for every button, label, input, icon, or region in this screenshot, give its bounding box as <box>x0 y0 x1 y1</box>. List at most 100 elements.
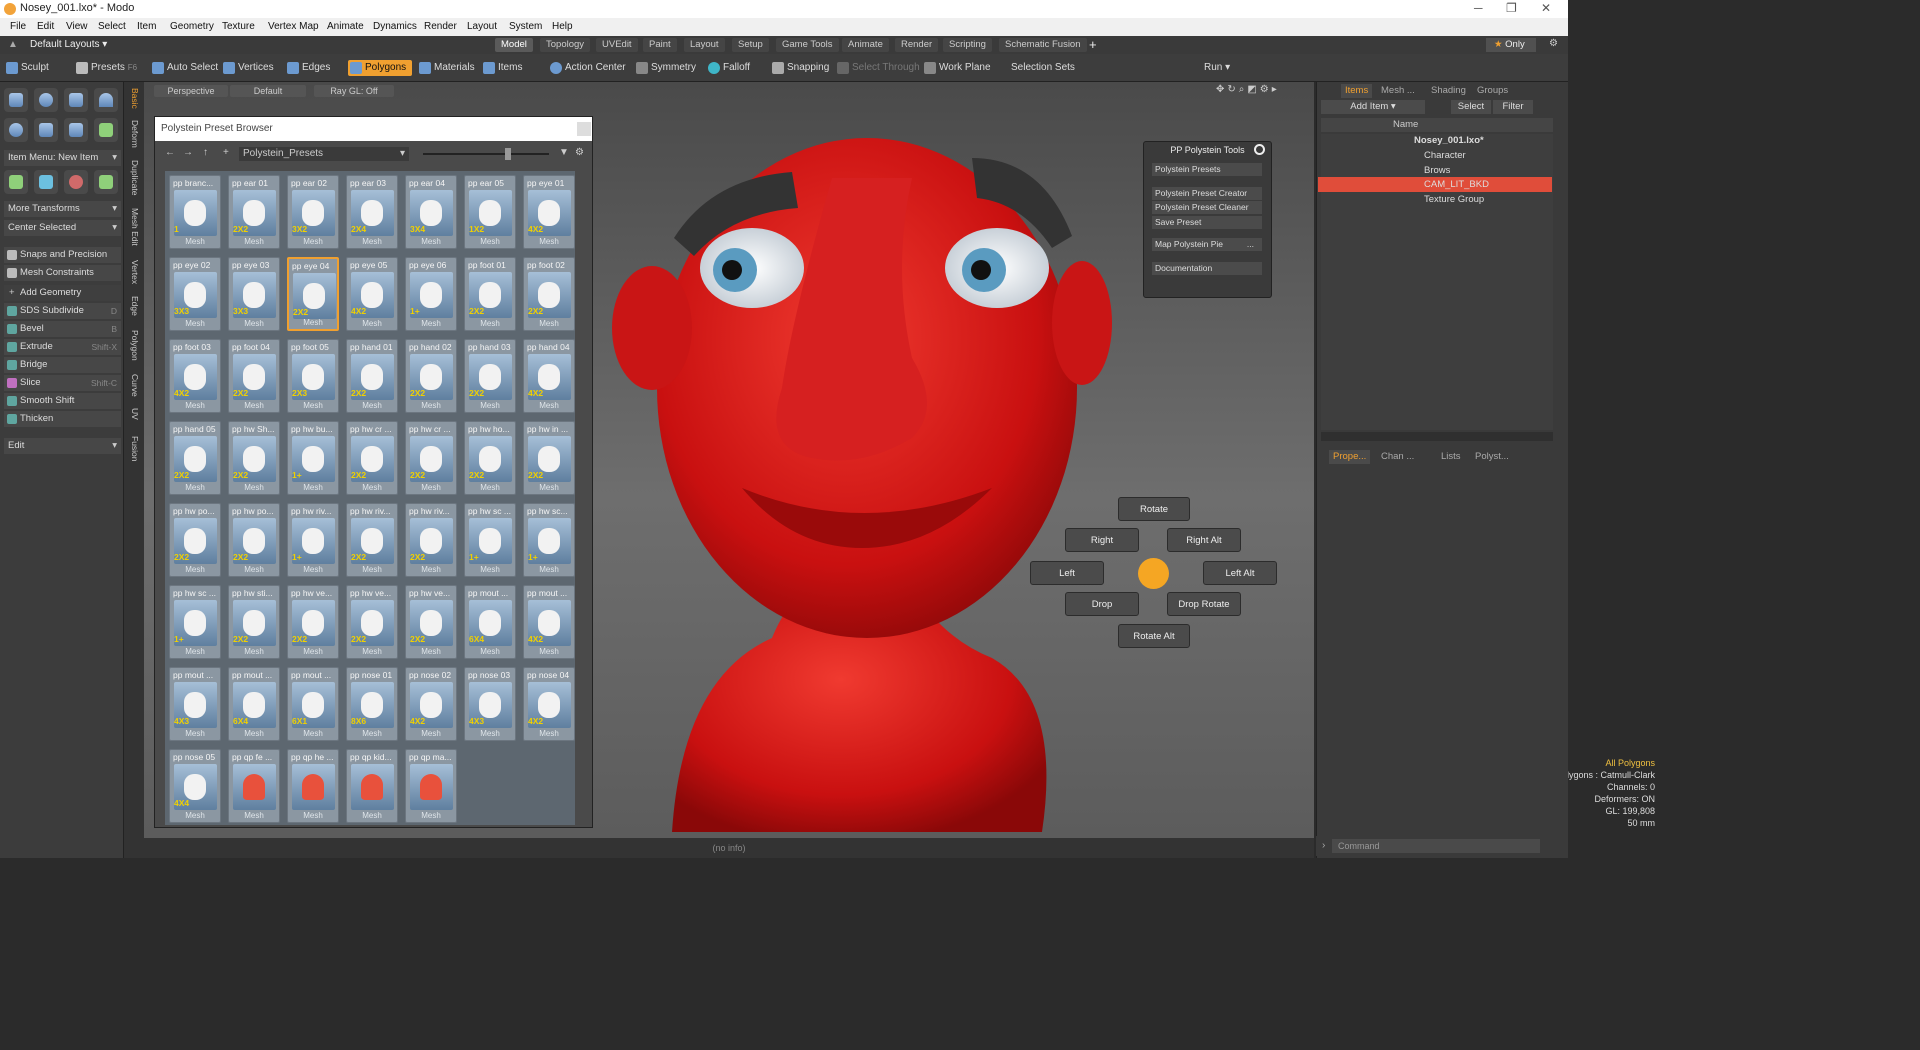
menu-help[interactable]: Help <box>552 21 573 32</box>
preset-tile[interactable]: pp hw riv... 2X2 Mesh <box>405 503 457 577</box>
vtab-polygon[interactable]: Polygon <box>128 330 140 361</box>
vtab-mesh-edit[interactable]: Mesh Edit <box>128 208 140 246</box>
preset-tile[interactable]: pp qp he ... Mesh <box>287 749 339 823</box>
preset-tile[interactable]: pp ear 01 2X2 Mesh <box>228 175 280 249</box>
preset-tile[interactable]: pp eye 05 4X2 Mesh <box>346 257 398 331</box>
preset-tile[interactable]: pp eye 02 3X3 Mesh <box>169 257 221 331</box>
folder-dropdown[interactable]: Polystein_Presets ▾ <box>239 147 409 161</box>
add-tab-icon[interactable]: + <box>1089 37 1097 52</box>
more-transforms-dropdown[interactable]: More Transforms ▾ <box>4 201 121 217</box>
preset-tile[interactable]: pp eye 03 3X3 Mesh <box>228 257 280 331</box>
cone-tool-icon[interactable] <box>94 88 118 112</box>
preset-tile[interactable]: pp foot 05 2X3 Mesh <box>287 339 339 413</box>
preset-tile[interactable]: pp qp ma... Mesh <box>405 749 457 823</box>
tab-scripting[interactable]: Scripting <box>943 38 992 52</box>
tab-items[interactable]: Items <box>1341 84 1373 98</box>
bridge-button[interactable]: Bridge <box>4 357 121 373</box>
pie-left-alt-button[interactable]: Left Alt <box>1203 561 1277 585</box>
run-dropdown[interactable]: Run ▾ <box>1198 60 1230 76</box>
gear-icon[interactable]: ⚙ <box>1549 38 1558 49</box>
vtab-fusion[interactable]: Fusion <box>128 436 140 462</box>
preset-tile[interactable]: pp hand 05 2X2 Mesh <box>169 421 221 495</box>
preset-tile[interactable]: pp hw riv... 2X2 Mesh <box>346 503 398 577</box>
preset-tile[interactable]: pp foot 01 2X2 Mesh <box>464 257 516 331</box>
preset-tile[interactable]: pp foot 04 2X2 Mesh <box>228 339 280 413</box>
preset-tile[interactable]: pp ear 05 1X2 Mesh <box>464 175 516 249</box>
mesh-constraints-button[interactable]: Mesh Constraints <box>4 265 121 281</box>
preset-tile[interactable]: pp hand 01 2X2 Mesh <box>346 339 398 413</box>
materials-button[interactable]: Materials <box>417 60 475 76</box>
pie-right-alt-button[interactable]: Right Alt <box>1167 528 1241 552</box>
tab-game-tools[interactable]: Game Tools <box>776 38 839 52</box>
preset-tile[interactable]: pp nose 04 4X2 Mesh <box>523 667 575 741</box>
preset-tile[interactable]: pp hw cr ... 2X2 Mesh <box>405 421 457 495</box>
preset-tile[interactable]: pp hw po... 2X2 Mesh <box>169 503 221 577</box>
pie-center-handle[interactable] <box>1138 558 1169 589</box>
symmetry-button[interactable]: Symmetry <box>634 60 696 76</box>
item-menu-dropdown[interactable]: Item Menu: New Item ▾ <box>4 150 121 166</box>
tab-lists[interactable]: Lists <box>1437 450 1465 464</box>
slice-button[interactable]: Slice Shift-C <box>4 375 121 391</box>
center-selected-dropdown[interactable]: Center Selected ▾ <box>4 220 121 236</box>
vtab-duplicate[interactable]: Duplicate <box>128 160 140 195</box>
tab-mesh[interactable]: Mesh ... <box>1377 84 1419 98</box>
polystein-presets-button[interactable]: Polystein Presets <box>1152 163 1262 176</box>
cylinder-tool-icon[interactable] <box>64 88 88 112</box>
menu-geometry[interactable]: Geometry <box>170 21 214 32</box>
menu-render[interactable]: Render <box>424 21 457 32</box>
transform-tool-icon[interactable] <box>94 170 118 194</box>
thumb-size-handle[interactable] <box>505 148 511 160</box>
vertices-button[interactable]: Vertices <box>221 60 274 76</box>
tab-paint[interactable]: Paint <box>643 38 677 52</box>
thumb-size-slider[interactable] <box>423 153 549 155</box>
map-polystein-pie-button[interactable]: Map Polystein Pie... <box>1152 238 1262 251</box>
preset-tile[interactable]: pp hw ve... 2X2 Mesh <box>346 585 398 659</box>
tree-item-scene[interactable]: Nosey_001.lxo* <box>1318 133 1552 148</box>
preset-tile[interactable]: pp branc... 1 Mesh <box>169 175 221 249</box>
thicken-button[interactable]: Thicken <box>4 411 121 427</box>
documentation-button[interactable]: Documentation <box>1152 262 1262 275</box>
browser-close-icon[interactable] <box>577 122 591 136</box>
preset-tile[interactable]: pp hw bu... 1+ Mesh <box>287 421 339 495</box>
preset-tile[interactable]: pp hand 04 4X2 Mesh <box>523 339 575 413</box>
preset-tile[interactable]: pp eye 06 1+ Mesh <box>405 257 457 331</box>
preset-tile[interactable]: pp hw ve... 2X2 Mesh <box>405 585 457 659</box>
filter-icon[interactable]: ▼ <box>559 147 569 158</box>
preset-cleaner-button[interactable]: Polystein Preset Cleaner <box>1152 201 1262 214</box>
preset-tile[interactable]: pp mout ... 6X4 Mesh <box>464 585 516 659</box>
preset-tile[interactable]: pp hw in ... 2X2 Mesh <box>523 421 575 495</box>
sphere-tool-icon[interactable] <box>34 88 58 112</box>
tree-item-texture-group[interactable]: Texture Group <box>1318 192 1552 207</box>
raygl-dropdown[interactable]: Ray GL: Off <box>314 85 394 97</box>
tab-layout[interactable]: Layout <box>684 38 725 52</box>
preset-tile[interactable]: pp ear 02 3X2 Mesh <box>287 175 339 249</box>
tab-properties[interactable]: Prope... <box>1329 450 1371 464</box>
preset-tile[interactable]: pp hw riv... 1+ Mesh <box>287 503 339 577</box>
preset-tile[interactable]: pp mout ... 6X4 Mesh <box>228 667 280 741</box>
forward-icon[interactable]: → <box>183 147 193 158</box>
preset-tile[interactable]: pp mout ... 6X1 Mesh <box>287 667 339 741</box>
item-list-hscroll[interactable] <box>1321 432 1553 441</box>
maximize-icon[interactable]: ❐ <box>1506 1 1517 15</box>
sculpt-button[interactable]: Sculpt <box>4 60 49 76</box>
menu-layout[interactable]: Layout <box>467 21 497 32</box>
preset-tile[interactable]: pp nose 01 8X6 Mesh <box>346 667 398 741</box>
tab-setup[interactable]: Setup <box>732 38 769 52</box>
name-column-header[interactable]: Name <box>1393 119 1418 130</box>
shading-dropdown[interactable]: Default <box>230 85 306 97</box>
preset-tile[interactable]: pp hw ho... 2X2 Mesh <box>464 421 516 495</box>
vtab-deform[interactable]: Deform <box>128 120 140 148</box>
polygons-button[interactable]: Polygons <box>348 60 413 76</box>
preset-creator-button[interactable]: Polystein Preset Creator <box>1152 187 1262 200</box>
back-icon[interactable]: ← <box>165 147 175 158</box>
selection-sets-button[interactable]: Selection Sets <box>994 60 1075 76</box>
edit-dropdown[interactable]: Edit ▾ <box>4 438 121 454</box>
preset-tile[interactable]: pp hw Sh... 2X2 Mesh <box>228 421 280 495</box>
select-through-button[interactable]: Select Through <box>835 60 920 76</box>
pie-left-button[interactable]: Left <box>1030 561 1104 585</box>
torus-tool-icon[interactable] <box>4 118 28 142</box>
tab-groups[interactable]: Groups <box>1473 84 1512 98</box>
tree-item-character[interactable]: Character <box>1318 148 1552 163</box>
tab-schematic-fusion[interactable]: Schematic Fusion <box>999 38 1087 52</box>
preset-tile[interactable]: pp hw po... 2X2 Mesh <box>228 503 280 577</box>
